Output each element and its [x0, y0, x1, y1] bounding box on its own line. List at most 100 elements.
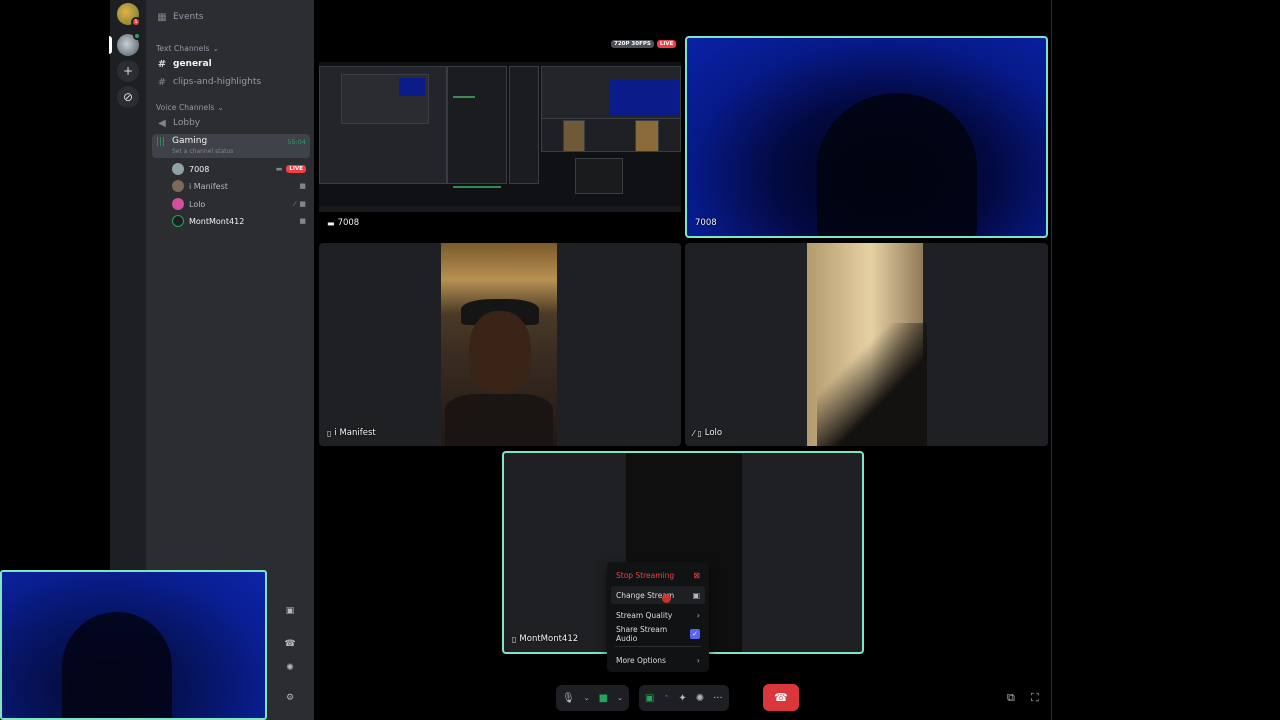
chevron-down-icon[interactable]: ⌄ — [584, 694, 590, 702]
add-server-icon[interactable]: + — [117, 60, 139, 82]
call-timer: 55:04 — [287, 138, 306, 146]
video-tile-i-manifest[interactable]: ▯ i Manifest — [319, 243, 681, 446]
hangup-icon[interactable]: ☎ — [763, 684, 799, 711]
video-icon: ■ — [299, 217, 306, 225]
window-edge — [1051, 0, 1052, 720]
more-icon[interactable]: ··· — [713, 693, 723, 704]
voice-user-i-manifest[interactable]: i Manifest ■ — [172, 178, 306, 194]
change-stream-icon: ▣ — [692, 590, 700, 600]
voice-channel-lobby[interactable]: ◀ Lobby — [154, 114, 308, 132]
voice-user-7008[interactable]: 7008 ▬ LIVE — [172, 161, 306, 177]
screen-share-icon: ▬ — [327, 218, 335, 228]
tile-label: ⁄ ▯ Lolo — [693, 428, 722, 438]
share-stream-audio-item[interactable]: Share Stream Audio ✓ — [611, 625, 705, 643]
stream-badges: 720P 30FPS LIVE — [611, 40, 677, 48]
participant-name: i Manifest — [334, 428, 376, 438]
menu-label: Stream Quality — [616, 610, 673, 620]
person-silhouette — [817, 93, 977, 236]
stop-streaming-item[interactable]: Stop Streaming ⊠ — [611, 566, 705, 584]
quality-badge: 720P 30FPS — [611, 40, 654, 48]
stream-tile-7008[interactable]: ▬ 7008 — [319, 40, 681, 236]
events-label: Events — [173, 12, 204, 22]
user-name: i Manifest — [189, 181, 228, 191]
video-icon: ■ — [299, 182, 306, 190]
voice-user-montmont412[interactable]: MontMont412 ■ — [172, 213, 306, 229]
popout-icon[interactable]: ⧉ — [1007, 691, 1015, 705]
checkbox-checked-icon[interactable]: ✓ — [690, 629, 700, 639]
activities-icon[interactable]: ✦ — [678, 693, 686, 704]
stream-quality-item[interactable]: Stream Quality › — [611, 606, 705, 624]
live-badge: LIVE — [656, 40, 677, 48]
menu-label: Stop Streaming — [616, 570, 675, 580]
stream-context-menu: Stop Streaming ⊠ Change Stream ▣ Stream … — [607, 562, 709, 672]
soundboard-icon[interactable]: ✺ — [696, 693, 704, 704]
discord-window: 1 + ⊘ ▦ Events Text Channels ⌄ # general… — [0, 0, 1280, 720]
voice-user-lolo[interactable]: Lolo ⁄ ■ — [172, 196, 306, 212]
microphone-icon[interactable]: 🎙 — [562, 693, 575, 704]
chevron-down-icon[interactable]: ⌄ — [617, 694, 623, 702]
cursor-indicator — [662, 594, 671, 603]
tile-label: ▬ 7008 — [327, 218, 359, 228]
avatar — [172, 180, 184, 192]
hashtag-icon: # — [157, 76, 167, 88]
chevron-down-icon: ⌄ — [217, 102, 224, 112]
channel-label: clips-and-highlights — [173, 77, 262, 87]
camera-feed — [441, 243, 557, 446]
mobile-icon: ▯ — [327, 428, 332, 438]
events-item[interactable]: ▦ Events — [154, 8, 308, 26]
tile-label: 7008 — [695, 218, 717, 228]
calendar-icon: ▦ — [157, 11, 167, 23]
channel-clips-and-highlights[interactable]: # clips-and-highlights — [154, 73, 308, 91]
user-name: 7008 — [189, 164, 210, 174]
category-label: Voice Channels — [156, 102, 215, 112]
user-name: Lolo — [189, 199, 206, 209]
participant-name: MontMont412 — [519, 634, 579, 644]
video-tile-lolo[interactable]: ⁄ ▯ Lolo — [685, 243, 1048, 446]
chevron-right-icon: › — [696, 610, 700, 620]
explore-servers-icon[interactable]: ⊘ — [117, 86, 139, 108]
channel-status[interactable]: Set a channel status — [172, 148, 233, 155]
participant-name: Lolo — [704, 428, 723, 438]
notification-badge: 1 — [131, 17, 141, 27]
camera-icon[interactable]: ■ — [599, 693, 608, 704]
video-icon: ■ — [299, 200, 306, 208]
chevron-up-icon[interactable]: ⌃ — [663, 694, 669, 702]
mobile-icon: ▯ — [512, 634, 517, 644]
voice-activity-dot — [133, 32, 141, 40]
change-stream-item[interactable]: Change Stream ▣ — [611, 586, 705, 604]
screen-icon: ▬ — [275, 165, 283, 173]
category-label: Text Channels — [156, 43, 210, 53]
channel-label: general — [173, 59, 212, 69]
user-name: MontMont412 — [189, 216, 245, 226]
server-icon-2[interactable] — [117, 32, 141, 56]
chevron-down-icon: ⌄ — [212, 43, 219, 53]
server-icon-1[interactable]: 1 — [117, 3, 141, 27]
fullscreen-icon[interactable]: ⛶ — [1031, 691, 1039, 705]
speaker-icon: ◀ — [158, 117, 166, 129]
screen-share-icon[interactable]: ▣ — [645, 693, 654, 704]
live-badge: LIVE — [286, 165, 306, 173]
channel-label: Lobby — [173, 118, 201, 128]
menu-divider — [615, 646, 701, 647]
share-controls: ▣ ⌃ ✦ ✺ ··· — [639, 685, 729, 711]
shared-desktop — [319, 62, 681, 212]
tile-label: ▯ MontMont412 — [512, 634, 578, 644]
stop-screen-icon[interactable]: ▣ — [270, 606, 310, 616]
voice-channel-gaming[interactable]: ||| Gaming Set a channel status 55:04 — [152, 134, 310, 158]
avatar — [172, 215, 184, 227]
channel-general[interactable]: # general — [154, 55, 308, 73]
more-options-item[interactable]: More Options › — [611, 651, 705, 669]
hangup-small-icon[interactable]: ☎ — [270, 639, 310, 649]
tile-label: ▯ i Manifest — [327, 428, 376, 438]
hashtag-icon: # — [157, 58, 167, 70]
channel-label: Gaming — [172, 136, 208, 146]
self-video-preview[interactable] — [0, 570, 267, 720]
video-tile-7008[interactable]: 7008 — [685, 36, 1048, 238]
participant-name: 7008 — [695, 218, 717, 228]
avatar — [172, 163, 184, 175]
menu-label: More Options — [616, 655, 666, 665]
camera-feed — [807, 243, 927, 446]
participant-name: 7008 — [337, 218, 360, 228]
gear-icon[interactable]: ⚙ — [270, 693, 310, 703]
activity-icon[interactable]: ✺ — [270, 663, 310, 673]
